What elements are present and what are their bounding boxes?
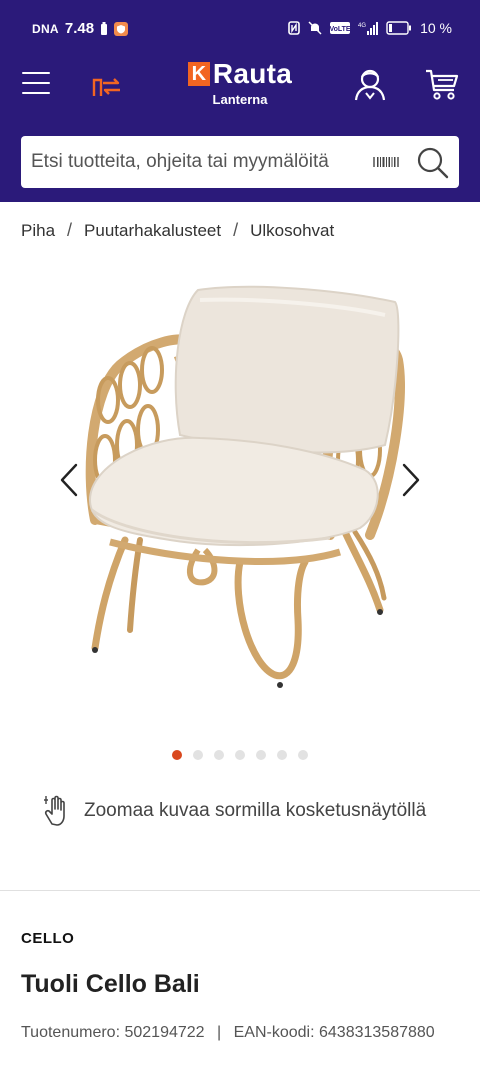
- search-input[interactable]: [31, 136, 371, 188]
- gallery-pagination: [0, 750, 480, 760]
- compare-icon[interactable]: [90, 70, 124, 100]
- mute-icon: [308, 21, 322, 35]
- search-bar: [21, 136, 459, 188]
- battery-percent: 10 %: [420, 20, 452, 36]
- volte-icon: VoLTE: [330, 22, 351, 34]
- breadcrumb-separator: /: [67, 220, 73, 240]
- user-icon[interactable]: [352, 66, 388, 102]
- shield-app-icon: [114, 21, 129, 36]
- barcode-scan-icon[interactable]: [373, 152, 399, 172]
- svg-text:4G: 4G: [358, 23, 366, 29]
- cart-icon[interactable]: [424, 66, 460, 102]
- product-number: 502194722: [124, 1024, 205, 1041]
- logo-k-mark: K: [187, 62, 210, 86]
- top-bar: DNA 7.48 VoLTE 4G 10 % K Rauta Lanterna …: [0, 0, 480, 202]
- breadcrumb: Piha / Puutarhakalusteet / Ulkosohvat: [21, 220, 334, 241]
- status-bar: DNA 7.48 VoLTE 4G 10 %: [0, 0, 480, 58]
- breadcrumb-item[interactable]: Puutarhakalusteet: [84, 221, 221, 241]
- gallery-dot[interactable]: [277, 750, 287, 760]
- gallery-dot-active[interactable]: [172, 750, 182, 760]
- battery-icon: [386, 21, 412, 35]
- search-icon[interactable]: [416, 146, 450, 180]
- product-brand[interactable]: CELLO: [21, 930, 74, 947]
- breadcrumb-item[interactable]: Piha: [21, 221, 55, 241]
- carrier-label: DNA: [32, 21, 59, 36]
- krauta-logo[interactable]: K Rauta Lanterna: [180, 60, 300, 116]
- product-codes: Tuotenumero: 502194722 | EAN-koodi: 6438…: [21, 1024, 435, 1042]
- app-header: K Rauta Lanterna: [0, 58, 480, 128]
- zoom-hint-text: Zoomaa kuvaa sormilla kosketusnäytöllä: [84, 800, 427, 821]
- product-image-gallery[interactable]: [0, 270, 480, 710]
- clock: 7.48: [64, 20, 95, 37]
- codes-separator: |: [217, 1024, 222, 1041]
- gallery-dot[interactable]: [193, 750, 203, 760]
- previous-image-arrow-icon[interactable]: [58, 462, 80, 498]
- nfc-icon: [288, 21, 300, 35]
- product-title: Tuoli Cello Bali: [21, 970, 200, 998]
- gallery-dot[interactable]: [256, 750, 266, 760]
- next-image-arrow-icon[interactable]: [400, 462, 422, 498]
- touch-gesture-icon: [44, 795, 65, 826]
- section-divider: [0, 890, 480, 891]
- battery-alert-icon: [101, 21, 108, 35]
- product-number-label: Tuotenumero:: [21, 1024, 121, 1041]
- gallery-dot[interactable]: [214, 750, 224, 760]
- signal-icon: 4G: [358, 22, 379, 35]
- breadcrumb-item[interactable]: Ulkosohvat: [250, 221, 334, 241]
- ean-label: EAN-koodi:: [233, 1024, 315, 1041]
- ean-code: 6438313587880: [319, 1024, 435, 1041]
- logo-text: Rauta: [212, 58, 293, 89]
- svg-text:VoLTE: VoLTE: [330, 26, 350, 33]
- gallery-dot[interactable]: [235, 750, 245, 760]
- gallery-dot[interactable]: [298, 750, 308, 760]
- store-name: Lanterna: [212, 92, 268, 107]
- breadcrumb-separator: /: [233, 220, 239, 240]
- menu-icon[interactable]: [22, 72, 52, 96]
- zoom-hint: Zoomaa kuvaa sormilla kosketusnäytöllä: [40, 794, 426, 828]
